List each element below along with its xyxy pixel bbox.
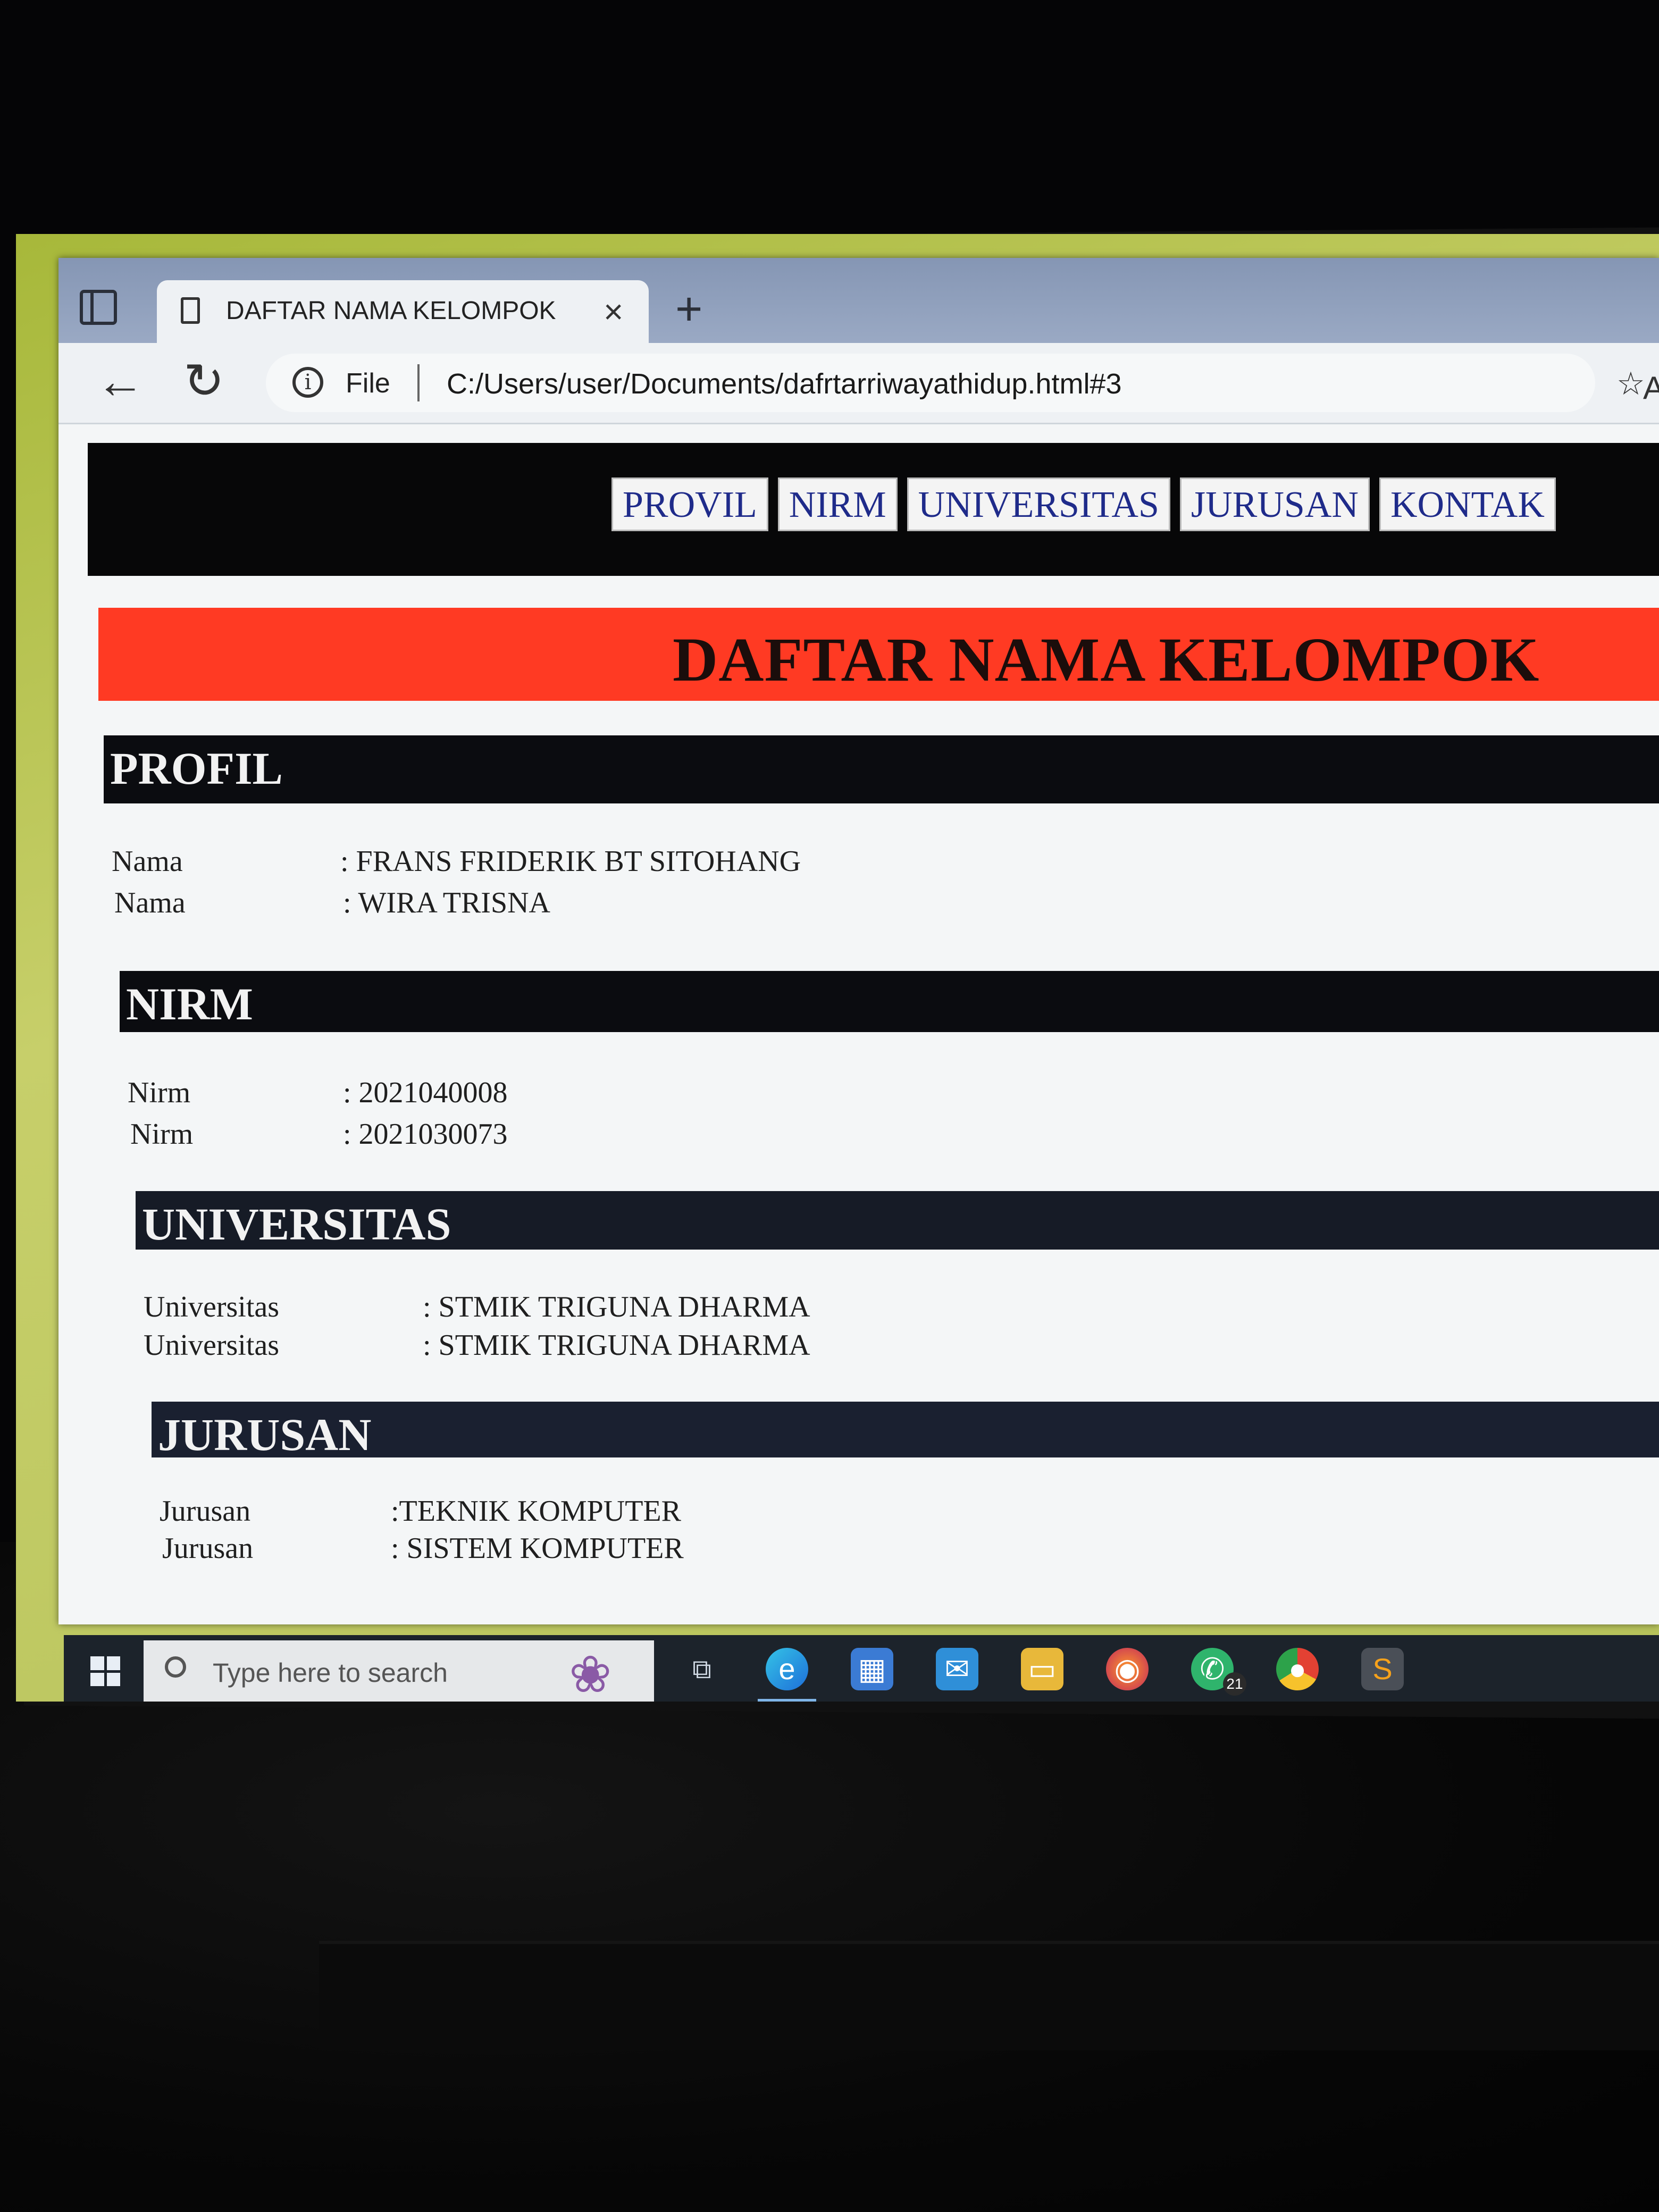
search-placeholder: Type here to search (213, 1658, 448, 1688)
row-label: Nirm (128, 1076, 191, 1109)
nav-link-kontak[interactable]: KONTAK (1379, 477, 1556, 531)
row-value: : 2021040008 (343, 1076, 508, 1109)
file-explorer-icon[interactable]: ▭ (1021, 1648, 1063, 1690)
nav-link-jurusan[interactable]: JURUSAN (1179, 477, 1370, 531)
row-label: Jurusan (162, 1532, 254, 1565)
row-label: Nama (114, 886, 186, 919)
url-text[interactable]: C:/Users/user/Documents/dafrtarriwayathi… (447, 367, 1122, 400)
nav-link-universitas[interactable]: UNIVERSITAS (907, 477, 1170, 531)
new-tab-icon[interactable]: + (675, 286, 702, 332)
browser-tab[interactable]: DAFTAR NAMA KELOMPOK × (157, 280, 649, 343)
top-navigation: PROVIL NIRM UNIVERSITAS JURUSAN KONTAK (88, 443, 1659, 576)
row-label: Universitas (144, 1329, 280, 1362)
extensions-icon[interactable]: ☆ (1616, 365, 1645, 403)
address-bar: ← ↻ i File C:/Users/user/Documents/dafrt… (58, 343, 1659, 424)
section-heading-jurusan: JURUSAN (152, 1402, 1659, 1460)
store-icon[interactable]: ▦ (851, 1648, 893, 1690)
section-heading-text: JURUSAN (158, 1409, 372, 1460)
row-label: Nirm (130, 1118, 194, 1151)
firefox-icon[interactable]: ◉ (1106, 1648, 1149, 1690)
task-view-icon[interactable]: ⧉ (681, 1648, 723, 1690)
row-value: : FRANS FRIDERIK BT SITOHANG (340, 845, 801, 878)
nav-list: PROVIL NIRM UNIVERSITAS JURUSAN KONTAK (611, 477, 1556, 531)
monitor-screen: DAFTAR NAMA KELOMPOK × + ← ↻ i File C:/U… (16, 234, 1659, 1702)
close-icon[interactable]: × (604, 292, 623, 331)
nav-link-nirm[interactable]: NIRM (777, 477, 898, 531)
section-heading-text: UNIVERSITAS (142, 1199, 451, 1250)
row-value: :TEKNIK KOMPUTER (391, 1495, 681, 1528)
url-scheme-label: File (346, 368, 390, 399)
section-heading-text: PROFIL (110, 743, 283, 794)
edge-icon[interactable]: e (766, 1648, 808, 1690)
row-value: : SISTEM KOMPUTER (391, 1532, 684, 1565)
nav-link-provil[interactable]: PROVIL (611, 477, 768, 531)
reload-icon[interactable]: ↻ (183, 353, 224, 409)
tab-actions-icon[interactable] (80, 290, 117, 325)
windows-start-icon[interactable] (90, 1656, 120, 1686)
row-value: : 2021030073 (343, 1118, 508, 1151)
section-heading-profil: PROFIL (104, 735, 1659, 803)
row-label: Nama (112, 845, 183, 878)
taskbar-search[interactable]: Type here to search ❀ (144, 1640, 654, 1702)
info-icon[interactable]: i (292, 367, 323, 398)
desk-edge (319, 1941, 1659, 2050)
section-heading-universitas: UNIVERSITAS (136, 1191, 1659, 1250)
page-banner: DAFTAR NAMA KELOMPOK (98, 608, 1659, 701)
page-title: DAFTAR NAMA KELOMPOK (673, 625, 1540, 694)
page-icon (181, 297, 200, 324)
row-label: Universitas (144, 1291, 280, 1323)
chrome-icon[interactable]: ● (1276, 1648, 1319, 1690)
search-highlight-icon: ❀ (569, 1646, 612, 1702)
url-field[interactable]: i File C:/Users/user/Documents/dafrtarri… (266, 354, 1659, 412)
row-value: : STMIK TRIGUNA DHARMA (423, 1291, 810, 1323)
url-separator (417, 364, 420, 401)
section-heading-nirm: NIRM (120, 971, 1659, 1032)
read-aloud-icon[interactable]: Aᴬ (1643, 370, 1659, 406)
section-heading-text: NIRM (126, 978, 253, 1029)
search-icon (165, 1656, 186, 1678)
row-value: : STMIK TRIGUNA DHARMA (423, 1329, 810, 1362)
mail-icon[interactable]: ✉ (936, 1648, 978, 1690)
sublime-icon[interactable]: S (1361, 1648, 1404, 1690)
row-value: : WIRA TRISNA (343, 886, 550, 919)
back-icon[interactable]: ← (96, 354, 145, 409)
tab-title: DAFTAR NAMA KELOMPOK (226, 297, 556, 325)
web-page: PROVIL NIRM UNIVERSITAS JURUSAN KONTAK D… (58, 424, 1659, 1624)
row-label: Jurusan (160, 1495, 251, 1528)
browser-window: DAFTAR NAMA KELOMPOK × + ← ↻ i File C:/U… (58, 258, 1659, 1624)
whatsapp-badge: 21 (1223, 1672, 1246, 1696)
taskbar: Type here to search ❀ ⧉ e ▦ ✉ ▭ ◉ ✆ 21 ●… (64, 1635, 1659, 1702)
tab-bar: DAFTAR NAMA KELOMPOK × + (58, 258, 1659, 343)
active-app-indicator (758, 1699, 816, 1702)
